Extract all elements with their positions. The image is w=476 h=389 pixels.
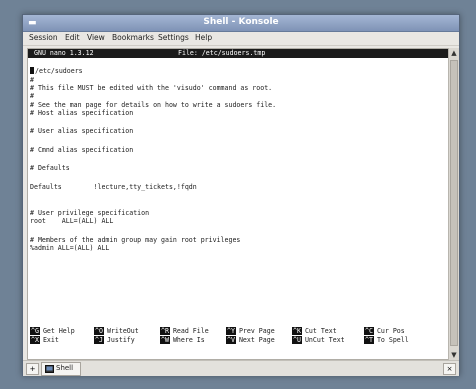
editor-line: /etc/sudoers: [30, 67, 83, 75]
close-session-icon[interactable]: ×: [443, 363, 456, 375]
session-tab-bar: + Shell ×: [23, 360, 459, 376]
title-bar[interactable]: ▬ Shell - Konsole: [23, 15, 459, 32]
shortcut-next-page: ^V Next Page: [226, 336, 275, 344]
terminal-icon: [45, 365, 54, 373]
editor-line: # See the man page for details on how to…: [30, 101, 277, 109]
shortcut-writeout: ^O WriteOut: [94, 327, 139, 335]
shortcut-justify: ^J Justify: [94, 336, 135, 344]
konsole-window: ▬ Shell - Konsole Session Edit View Book…: [22, 14, 460, 376]
text-cursor: [30, 67, 34, 74]
nano-filename: File: /etc/sudoers.tmp: [178, 49, 266, 57]
shortcut-cur-pos: ^C Cur Pos: [364, 327, 405, 335]
editor-line: #: [30, 92, 34, 100]
scroll-up-icon[interactable]: ▲: [449, 48, 459, 58]
menu-bar: Session Edit View Bookmarks Settings Hel…: [23, 32, 459, 46]
editor-line: # This file MUST be edited with the 'vis…: [30, 84, 273, 92]
editor-line: # User privilege specification: [30, 209, 150, 217]
shortcut-cut-text: ^K Cut Text: [292, 327, 337, 335]
window-title: Shell - Konsole: [203, 17, 279, 27]
vertical-scrollbar[interactable]: ▲ ▼: [448, 48, 459, 360]
editor-line: Defaults !lecture,tty_tickets,!fqdn: [30, 183, 197, 191]
menu-view[interactable]: View: [87, 33, 105, 42]
editor-line: # User alias specification: [30, 127, 134, 135]
menu-session[interactable]: Session: [29, 33, 58, 42]
nano-header-bar: GNU nano 1.3.12 File: /etc/sudoers.tmp: [28, 49, 448, 58]
menu-settings[interactable]: Settings: [158, 33, 189, 42]
editor-line: # Members of the admin group may gain ro…: [30, 236, 241, 244]
nano-version: GNU nano 1.3.12: [34, 49, 94, 57]
shortcut-uncut-text: ^U UnCut Text: [292, 336, 345, 344]
editor-line: #: [30, 76, 34, 84]
tab-shell[interactable]: Shell: [41, 362, 81, 376]
menu-bookmarks[interactable]: Bookmarks: [112, 33, 154, 42]
shortcut-to-spell: ^T To Spell: [364, 336, 409, 344]
scroll-thumb[interactable]: [450, 60, 458, 346]
shortcut-where-is: ^W Where Is: [160, 336, 205, 344]
menu-help[interactable]: Help: [195, 33, 212, 42]
shortcut-get-help: ^G Get Help: [30, 327, 75, 335]
editor-line: # Defaults: [30, 164, 70, 172]
new-session-icon[interactable]: +: [26, 363, 39, 375]
editor-line: %admin ALL=(ALL) ALL: [30, 244, 110, 252]
shortcut-prev-page: ^Y Prev Page: [226, 327, 275, 335]
tab-label: Shell: [56, 364, 74, 372]
editor-line: root ALL=(ALL) ALL: [30, 217, 114, 225]
shortcut-exit: ^X Exit: [30, 336, 59, 344]
editor-line: # Host alias specification: [30, 109, 134, 117]
terminal-area[interactable]: GNU nano 1.3.12 File: /etc/sudoers.tmp /…: [27, 48, 449, 360]
shortcut-read-file: ^R Read File: [160, 327, 209, 335]
scroll-down-icon[interactable]: ▼: [449, 350, 459, 360]
menu-edit[interactable]: Edit: [65, 33, 80, 42]
editor-line: # Cmnd alias specification: [30, 146, 134, 154]
